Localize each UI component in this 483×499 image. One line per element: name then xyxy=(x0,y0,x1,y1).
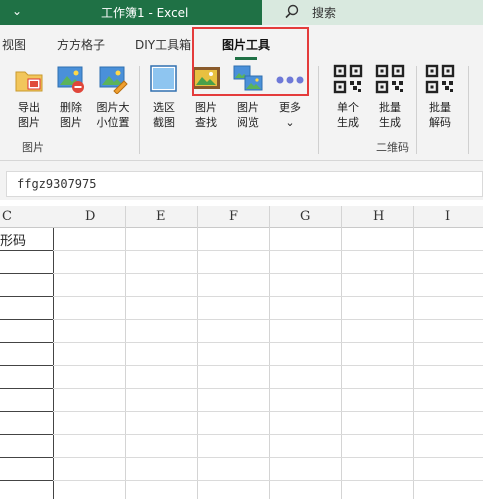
search-box[interactable]: 搜索 xyxy=(262,0,483,25)
cell-border xyxy=(0,296,53,297)
single-qr-generate-button[interactable]: 单个 生成 xyxy=(328,64,368,134)
batch-qr-decode-button[interactable]: 批量 解码 xyxy=(420,64,460,134)
formula-value: ffgz9307975 xyxy=(17,177,97,191)
cell-border xyxy=(0,250,53,251)
selection-screenshot-button[interactable]: 选区 截图 xyxy=(144,64,184,134)
search-label: 搜索 xyxy=(312,6,337,20)
column-header-f[interactable]: F xyxy=(229,209,238,224)
grid-line xyxy=(0,342,483,343)
tab-ffgz[interactable]: 方方格子 xyxy=(57,36,105,53)
image-size-position-button[interactable]: 图片大 小位置 xyxy=(92,64,134,134)
grid-line xyxy=(0,434,483,435)
formula-bar: ffgz9307975 xyxy=(0,170,483,200)
screenshot-icon xyxy=(150,65,177,92)
cell-border xyxy=(0,411,53,412)
batch-qr-generate-button[interactable]: 批量 生成 xyxy=(370,64,410,134)
grid-line xyxy=(0,388,483,389)
export-image-button[interactable]: 导出 图片 xyxy=(8,64,50,134)
column-header-i[interactable]: I xyxy=(445,209,450,224)
tab-diy-toolbox[interactable]: DIY工具箱 xyxy=(135,36,191,53)
grid-line xyxy=(0,480,483,481)
ribbon-gap xyxy=(0,161,483,170)
column-header-d[interactable]: D xyxy=(85,209,95,224)
qr-code-icon xyxy=(333,64,363,94)
grid-line xyxy=(0,365,483,366)
grid-line xyxy=(53,228,54,499)
cell-border xyxy=(0,319,53,320)
search-icon xyxy=(285,4,299,19)
title-bar: ⌄ 工作簿1 - Excel 搜索 xyxy=(0,0,483,25)
column-header-c[interactable]: C xyxy=(2,209,12,224)
group-label-image: 图片 xyxy=(22,141,44,154)
folder-image-icon xyxy=(15,71,43,92)
cell-c1[interactable]: 形码 xyxy=(0,230,26,249)
qr-batch-icon xyxy=(375,64,405,94)
cell-border xyxy=(0,388,53,389)
column-headers: C D E F G H I xyxy=(0,206,483,228)
grid-line xyxy=(0,296,483,297)
cell-border xyxy=(0,365,53,366)
group-separator xyxy=(139,66,140,154)
highlight-box xyxy=(192,27,309,96)
group-separator xyxy=(318,66,319,154)
grid-line xyxy=(0,457,483,458)
column-header-e[interactable]: E xyxy=(156,209,166,224)
group-separator xyxy=(416,66,417,154)
cell-border xyxy=(0,480,53,481)
cell-border xyxy=(0,434,53,435)
grid-line xyxy=(0,273,483,274)
column-header-g[interactable]: G xyxy=(300,209,310,224)
cell-border xyxy=(0,342,53,343)
tab-view[interactable]: 视图 xyxy=(2,36,26,53)
cell-border xyxy=(0,273,53,274)
grid-line xyxy=(0,411,483,412)
group-label-qrcode: 二维码 xyxy=(376,141,409,154)
qr-decode-icon xyxy=(425,64,455,94)
image-delete-icon xyxy=(57,66,84,93)
grid-line xyxy=(0,250,483,251)
formula-input[interactable]: ffgz9307975 xyxy=(6,171,483,197)
cell-border xyxy=(0,457,53,458)
grid-line xyxy=(0,319,483,320)
quick-access-chevron-icon[interactable]: ⌄ xyxy=(12,4,22,18)
group-separator xyxy=(468,66,469,154)
window-title: 工作簿1 - Excel xyxy=(101,6,189,20)
column-header-h[interactable]: H xyxy=(373,209,384,224)
delete-image-button[interactable]: 删除 图片 xyxy=(50,64,92,134)
image-resize-icon xyxy=(99,66,128,94)
